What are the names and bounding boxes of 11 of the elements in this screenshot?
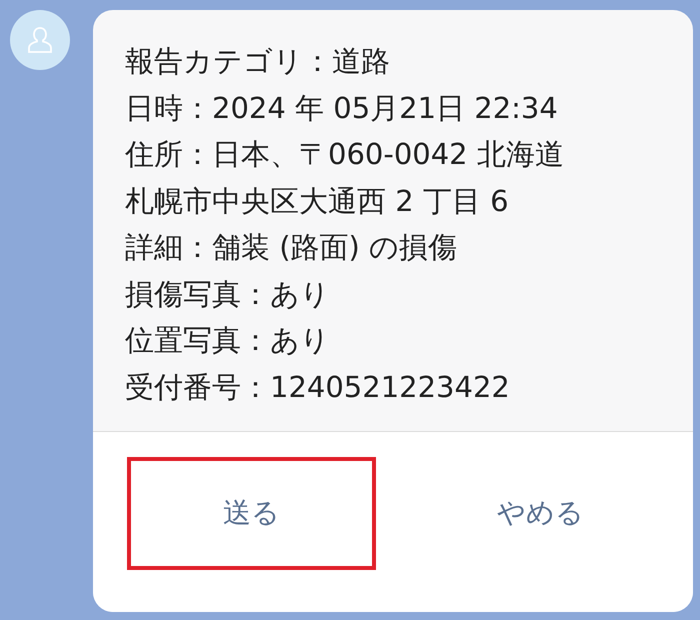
message-line: 位置写真：あり [125, 322, 331, 359]
message-line: 損傷写真：あり [125, 276, 331, 312]
message-line: 住所：日本、〒060-0042 北海道 [125, 136, 565, 173]
cancel-button[interactable]: やめる [416, 456, 665, 570]
message-line: 受付番号：1240521223422 [125, 368, 511, 406]
person-icon [27, 26, 53, 54]
message-line: 日時：2024 年 05月21日 22:34 [125, 90, 559, 126]
message-line: 詳細：舗装 (路面) の損傷 [125, 229, 458, 266]
message-line: 報告カテゴリ：道路 [125, 43, 391, 80]
message-line: 札幌市中央区大通西 2 丁目 6 [125, 182, 510, 220]
send-button[interactable]: 送る [127, 456, 376, 570]
